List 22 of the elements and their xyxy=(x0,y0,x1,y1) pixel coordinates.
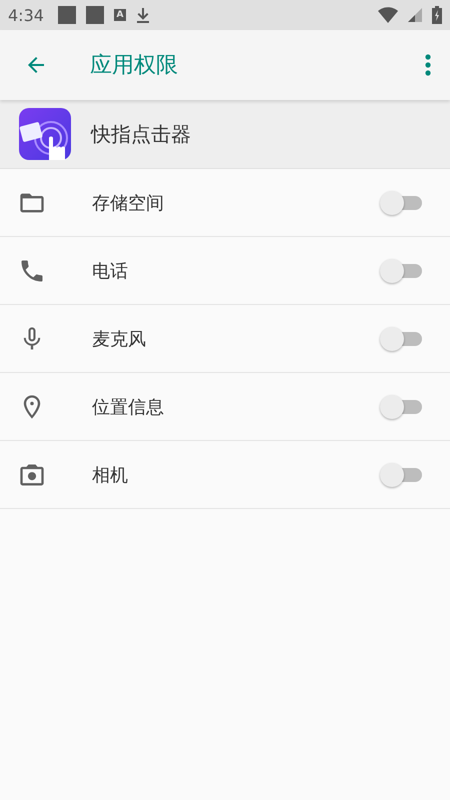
permission-label: 麦克风 xyxy=(92,328,147,350)
permission-switch[interactable] xyxy=(380,326,424,352)
notification-icon xyxy=(86,6,104,24)
wifi-icon xyxy=(378,7,398,23)
notification-badge: A xyxy=(114,9,126,21)
permission-switch[interactable] xyxy=(380,190,424,216)
more-vertical-icon xyxy=(425,54,431,76)
signal-icon xyxy=(408,8,422,22)
permission-switch[interactable] xyxy=(380,258,424,284)
battery-icon xyxy=(432,6,442,24)
permission-switch[interactable] xyxy=(380,462,424,488)
permission-label: 位置信息 xyxy=(92,396,165,418)
app-name: 快指点击器 xyxy=(91,120,191,148)
toolbar-title: 应用权限 xyxy=(90,52,179,80)
status-time: 4:34 xyxy=(8,6,44,24)
permission-switch[interactable] xyxy=(380,394,424,420)
permission-label: 相机 xyxy=(92,464,129,486)
app-icon xyxy=(19,108,71,160)
permission-label: 电话 xyxy=(92,260,129,282)
notification-icon xyxy=(58,6,76,24)
download-icon xyxy=(136,7,150,23)
permission-label: 存储空间 xyxy=(92,192,165,214)
